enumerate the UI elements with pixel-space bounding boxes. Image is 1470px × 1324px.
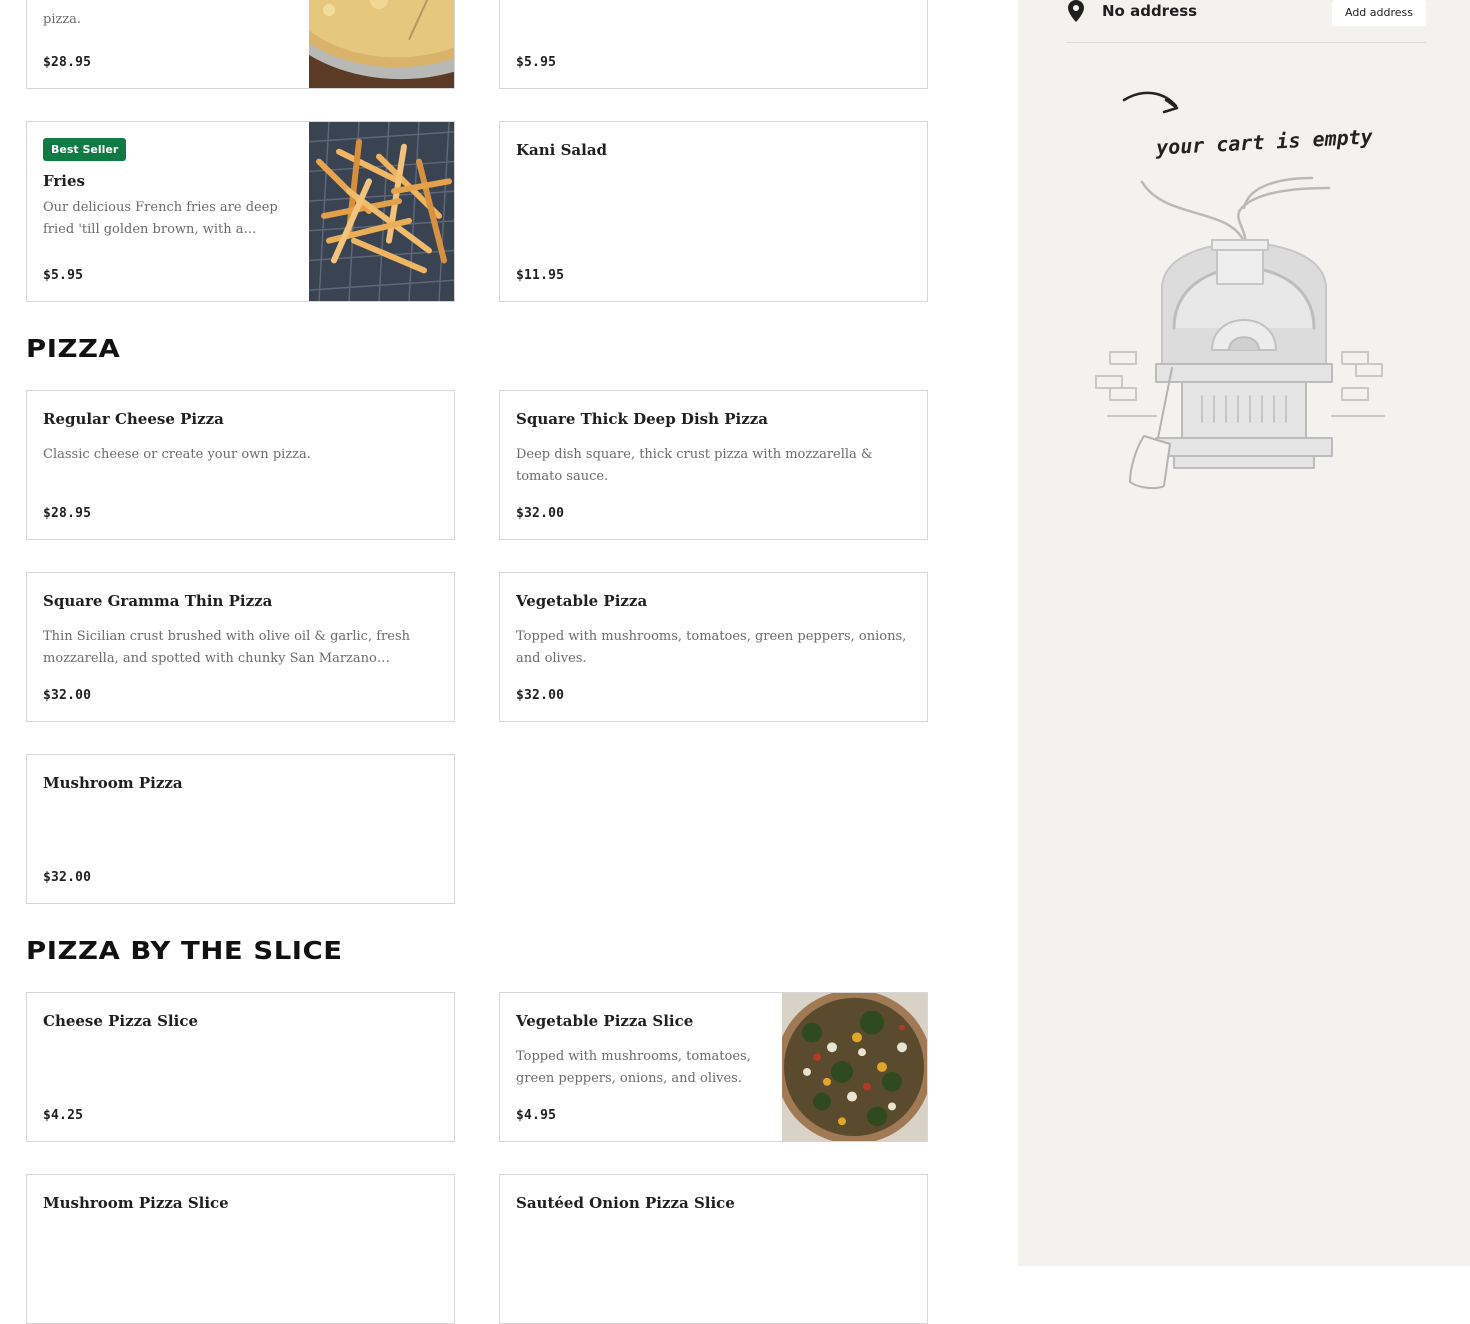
- map-pin-icon: [1068, 0, 1084, 22]
- menu-item-body: Vegetable Pizza Slice Topped with mushro…: [516, 993, 765, 1141]
- menu-item-name: Square Gramma Thin Pizza: [43, 592, 273, 610]
- menu-item-card[interactable]: Best Seller Fries Our delicious French f…: [26, 121, 455, 302]
- menu-item-card[interactable]: Cheese Pizza Slice $4.25: [26, 992, 455, 1142]
- menu-item-description: Thin Sicilian crust brushed with olive o…: [43, 629, 410, 666]
- menu-item-body: Cheese Pizza Slice $4.25: [43, 993, 438, 1141]
- menu-item-body: Mushroom Pizza Slice: [43, 1175, 438, 1323]
- menu-item-description: pizza.: [43, 12, 82, 27]
- menu-item-body: $5.95: [516, 0, 911, 88]
- address-label: No address: [1102, 2, 1198, 20]
- menu-item-name: Regular Cheese Pizza: [43, 410, 224, 428]
- menu-list: pizza. $28.95 $5.95 Best Seller Fries Ou…: [0, 0, 1018, 1324]
- menu-item-name: Vegetable Pizza: [516, 592, 648, 610]
- menu-item-card[interactable]: Sautéed Onion Pizza Slice: [499, 1174, 928, 1324]
- menu-item-card[interactable]: Square Thick Deep Dish Pizza Deep dish s…: [499, 390, 928, 540]
- menu-item-body: Square Thick Deep Dish Pizza Deep dish s…: [516, 391, 911, 539]
- section-title-pizza-by-the-slice: PIZZA BY THE SLICE: [26, 936, 343, 965]
- menu-item-price: $32.00: [43, 870, 92, 885]
- menu-item-card[interactable]: Kani Salad $11.95: [499, 121, 928, 302]
- menu-item-price: $32.00: [516, 506, 565, 521]
- menu-item-price: $5.95: [516, 55, 557, 70]
- cheese-pizza-photo: [309, 0, 454, 88]
- menu-item-name: Cheese Pizza Slice: [43, 1012, 199, 1030]
- menu-item-name: Sautéed Onion Pizza Slice: [516, 1194, 735, 1212]
- menu-item-name: Mushroom Pizza Slice: [43, 1194, 229, 1212]
- menu-item-body: Regular Cheese Pizza Classic cheese or c…: [43, 391, 438, 539]
- add-address-button[interactable]: Add address: [1331, 0, 1426, 26]
- menu-item-description: Classic cheese or create your own pizza.: [43, 447, 311, 462]
- best-seller-badge: Best Seller: [43, 138, 127, 161]
- menu-item-card[interactable]: Vegetable Pizza Slice Topped with mushro…: [499, 992, 928, 1142]
- menu-item-price: $32.00: [43, 688, 92, 703]
- menu-item-name: Kani Salad: [516, 141, 608, 159]
- menu-item-name: Mushroom Pizza: [43, 774, 183, 792]
- menu-item-price: $11.95: [516, 268, 565, 283]
- menu-item-price: $4.25: [43, 1108, 84, 1123]
- menu-item-card[interactable]: Regular Cheese Pizza Classic cheese or c…: [26, 390, 455, 540]
- menu-item-name: Fries: [43, 172, 85, 190]
- menu-item-body: Best Seller Fries Our delicious French f…: [43, 122, 292, 301]
- menu-item-price: $28.95: [43, 55, 92, 70]
- cart-sidebar: No address Add address your cart is empt…: [1018, 0, 1470, 1266]
- menu-item-body: Sautéed Onion Pizza Slice: [516, 1175, 911, 1323]
- vegetable-pizza-photo: [782, 993, 927, 1141]
- delivery-address-row: No address Add address: [1066, 0, 1426, 43]
- menu-item-card[interactable]: Vegetable Pizza Topped with mushrooms, t…: [499, 572, 928, 722]
- menu-item-card[interactable]: Mushroom Pizza $32.00: [26, 754, 455, 904]
- menu-item-price: $32.00: [516, 688, 565, 703]
- menu-item-price: $4.95: [516, 1108, 557, 1123]
- menu-item-card[interactable]: pizza. $28.95: [26, 0, 455, 89]
- menu-item-description: Deep dish square, thick crust pizza with…: [516, 447, 873, 484]
- menu-item-body: Vegetable Pizza Topped with mushrooms, t…: [516, 573, 911, 721]
- menu-item-name: Vegetable Pizza Slice: [516, 1012, 694, 1030]
- menu-item-card[interactable]: Mushroom Pizza Slice: [26, 1174, 455, 1324]
- menu-item-body: pizza. $28.95: [43, 0, 292, 88]
- menu-item-price: $28.95: [43, 506, 92, 521]
- menu-item-name: Square Thick Deep Dish Pizza: [516, 410, 768, 428]
- menu-item-body: Square Gramma Thin Pizza Thin Sicilian c…: [43, 573, 438, 721]
- menu-item-card[interactable]: $5.95: [499, 0, 928, 89]
- menu-item-body: Kani Salad $11.95: [516, 122, 911, 301]
- menu-item-description: Our delicious French fries are deep frie…: [43, 200, 278, 237]
- menu-item-card[interactable]: Square Gramma Thin Pizza Thin Sicilian c…: [26, 572, 455, 722]
- menu-item-price: $5.95: [43, 268, 84, 283]
- fries-photo: [309, 122, 454, 301]
- section-title-pizza: PIZZA: [26, 334, 121, 363]
- menu-item-description: Topped with mushrooms, tomatoes, green p…: [516, 1049, 751, 1086]
- menu-item-description: Topped with mushrooms, tomatoes, green p…: [516, 629, 907, 666]
- menu-item-body: Mushroom Pizza $32.00: [43, 755, 438, 903]
